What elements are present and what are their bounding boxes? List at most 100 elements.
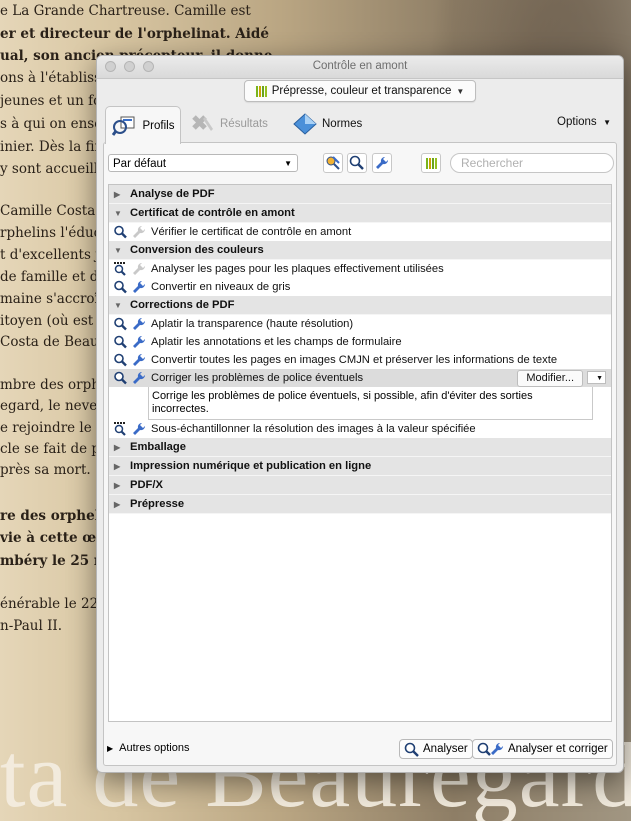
filter-all-button[interactable] <box>323 153 343 173</box>
magnifier-icon <box>114 353 127 367</box>
options-menu[interactable]: Options ▼ <box>557 116 611 128</box>
disclosure-down-icon: ▼ <box>114 208 122 218</box>
list-item[interactable]: Convertir en niveaux de gris <box>109 278 611 296</box>
category-conversion[interactable]: ▼ Conversion des couleurs <box>109 241 611 260</box>
category-label: Certificat de contrôle en amont <box>130 207 295 219</box>
wrench-icon <box>133 371 146 384</box>
profiles-icon <box>111 116 135 136</box>
wrench-icon <box>133 280 146 293</box>
ink-bars-icon <box>425 157 437 169</box>
category-impression[interactable]: ▶ Impression numérique et publication en … <box>109 457 611 476</box>
category-certificat[interactable]: ▼ Certificat de contrôle en amont <box>109 204 611 223</box>
background-text-line: jeunes et un fo <box>0 93 102 109</box>
modify-button[interactable]: Modifier... <box>517 370 583 387</box>
title-bar: Contrôle en amont <box>97 56 623 79</box>
tab-resultats[interactable]: Résultats <box>191 106 268 142</box>
flask-icon <box>326 156 340 170</box>
disclosure-down-icon: ▼ <box>114 245 122 255</box>
more-options-label: Autres options <box>119 742 190 754</box>
category-label: Conversion des couleurs <box>130 244 264 256</box>
flag-dropdown-icon[interactable]: ▼ <box>587 371 606 384</box>
list-item-selected[interactable]: Corriger les problèmes de police éventue… <box>109 369 611 387</box>
list-item[interactable]: Vérifier le certificat de contrôle en am… <box>109 223 611 241</box>
profiles-panel: Par défaut ▼ ▶ Analyse de PDF ▼ Certificat… <box>103 142 617 766</box>
category-corrections[interactable]: ▼ Corrections de PDF <box>109 296 611 315</box>
chevron-down-icon: ▼ <box>456 86 465 96</box>
magnifier-dots-icon <box>114 262 126 276</box>
category-label: Analyse de PDF <box>130 188 215 200</box>
category-label: Impression numérique et publication en l… <box>130 460 372 472</box>
item-label: Sous-échantillonner la résolution des im… <box>151 423 476 435</box>
category-prepresse[interactable]: ▶ Prépresse <box>109 495 611 514</box>
wrench-disabled-icon <box>133 262 146 275</box>
list-item[interactable]: Analyser les pages pour les plaques effe… <box>109 260 611 278</box>
tab-bar: Profils Résultats Normes Options ▼ <box>97 106 623 144</box>
item-label: Aplatir les annotations et les champs de… <box>151 336 402 348</box>
background-text-line: mbéry le 25 m <box>0 553 109 569</box>
category-emballage[interactable]: ▶ Emballage <box>109 438 611 457</box>
preset-label: Prépresse, couleur et transparence <box>271 85 452 97</box>
wrench-disabled-icon <box>133 225 146 238</box>
list-item[interactable]: Sous-échantillonner la résolution des im… <box>109 420 611 438</box>
wrench-icon <box>133 335 146 348</box>
analyze-and-fix-button[interactable]: Analyser et corriger <box>472 739 613 759</box>
tab-normes[interactable]: Normes <box>293 106 362 142</box>
item-label: Aplatir la transparence (haute résolutio… <box>151 318 354 330</box>
tab-profils[interactable]: Profils <box>105 106 181 144</box>
category-pdfx[interactable]: ▶ PDF/X <box>109 476 611 495</box>
wrench-icon <box>376 156 389 169</box>
disclosure-right-icon: ▶ <box>114 189 121 199</box>
filter-analyze-button[interactable] <box>347 153 367 173</box>
background-text-line: egard, le neveu <box>0 398 106 414</box>
background-text-line: er et directeur de l'orphelinat. Aidé <box>0 26 269 42</box>
category-label: PDF/X <box>130 479 163 491</box>
background-text-line: inier. Dès la fin <box>0 139 104 155</box>
magnifier-wrench-icon <box>477 742 504 756</box>
disclosure-right-icon: ▶ <box>114 499 121 509</box>
magnifier-icon <box>114 225 127 239</box>
profile-filter-select[interactable]: Par défaut ▼ <box>108 154 298 172</box>
magnifier-icon <box>114 335 127 349</box>
footer: ▶ Autres options Analyser Analyser et cor… <box>104 729 616 765</box>
item-label: Convertir en niveaux de gris <box>151 281 291 293</box>
background-text-line: s à qui on ense <box>0 116 103 132</box>
results-icon <box>192 115 213 131</box>
disclosure-right-icon: ▶ <box>114 480 121 490</box>
magnifier-icon <box>114 280 127 294</box>
item-label: Vérifier le certificat de contrôle en am… <box>151 226 352 238</box>
category-label: Prépresse <box>130 498 185 510</box>
item-description: Corrige les problèmes de police éventuel… <box>148 387 593 420</box>
window-title: Contrôle en amont <box>312 60 408 72</box>
tab-profils-label: Profils <box>142 119 175 132</box>
profile-filter-value: Par défaut <box>113 158 167 170</box>
tab-normes-label: Normes <box>322 118 363 130</box>
preset-dropdown[interactable]: Prépresse, couleur et transparence ▼ <box>244 80 476 102</box>
more-options-toggle[interactable]: ▶ Autres options <box>107 742 189 754</box>
background-text-line: itoyen (où est s <box>0 313 105 329</box>
magnifier-icon <box>114 371 127 385</box>
disclosure-down-icon: ▼ <box>114 300 122 310</box>
background-text-line: e La Grande Chartreuse. Camille est <box>0 3 251 19</box>
chevron-down-icon: ▼ <box>603 118 611 127</box>
category-label: Corrections de PDF <box>130 299 235 311</box>
category-label: Emballage <box>130 441 186 453</box>
background-text-line: ons à l'établisse <box>0 70 109 86</box>
background-text-line: y sont accueilli <box>0 161 103 177</box>
wrench-icon <box>133 317 146 330</box>
list-item[interactable]: Aplatir les annotations et les champs de… <box>109 333 611 351</box>
ink-filter-button[interactable] <box>421 153 441 173</box>
wrench-icon <box>133 422 146 435</box>
analyze-button[interactable]: Analyser <box>399 739 473 759</box>
background-text-line: près sa mort. <box>0 462 91 478</box>
magnifier-icon <box>404 742 419 757</box>
list-item[interactable]: Convertir toutes les pages en images CMJ… <box>109 351 611 369</box>
category-analyse[interactable]: ▶ Analyse de PDF <box>109 185 611 204</box>
disclosure-right-icon: ▶ <box>107 743 114 753</box>
options-label: Options <box>557 116 597 128</box>
disclosure-right-icon: ▶ <box>114 461 121 471</box>
item-label: Convertir toutes les pages en images CMJ… <box>151 354 558 366</box>
magnifier-icon <box>114 317 127 331</box>
filter-fix-button[interactable] <box>372 153 392 173</box>
list-item[interactable]: Aplatir la transparence (haute résolutio… <box>109 315 611 333</box>
search-input[interactable] <box>450 153 614 173</box>
